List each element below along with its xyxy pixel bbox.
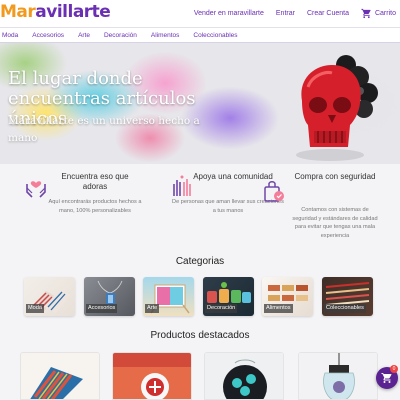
product-card[interactable] [20, 352, 100, 400]
category-label: Arte [145, 304, 160, 313]
product-image [21, 353, 99, 399]
feature-seguridad: Compra con seguridad Contamos con sistem… [262, 172, 380, 242]
top-nav: Vender en maravillarte Entrar Crear Cuen… [182, 0, 396, 27]
category-label: Moda [26, 304, 44, 313]
cart-icon[interactable] [361, 8, 372, 19]
features-section: Encuentra eso que adoras Aquí encontrará… [0, 164, 400, 246]
nav-arte[interactable]: Arte [78, 32, 90, 39]
category-card-alimentos[interactable]: Alimentos [262, 277, 313, 316]
product-image [113, 353, 191, 399]
feature-title: Compra con seguridad [294, 172, 376, 181]
sell-link[interactable]: Vender en maravillarte [194, 10, 264, 17]
categories-title: Categorias [175, 256, 225, 267]
top-bar: Maravillarte Vender en maravillarte Entr… [0, 0, 400, 27]
login-link[interactable]: Entrar [276, 10, 295, 17]
feature-title: Encuentra eso que adoras [61, 172, 129, 191]
featured-products [0, 352, 400, 400]
categories-grid: Moda Accesorios Arte Decoración Alimento… [0, 277, 400, 317]
feature-adoras: Encuentra eso que adoras Aquí encontrará… [24, 172, 142, 242]
nav-decoracion[interactable]: Decoración [104, 32, 137, 39]
red-skull-image [296, 55, 378, 161]
cart-icon [381, 373, 392, 383]
nav-coleccionables[interactable]: Coleccionables [193, 32, 237, 39]
logo-text: avillarte [35, 2, 111, 22]
register-link[interactable]: Crear Cuenta [307, 10, 349, 17]
logo-text-accent: Mar [0, 2, 36, 22]
nav-moda[interactable]: Moda [2, 32, 18, 39]
product-card[interactable] [112, 352, 192, 400]
category-card-decoracion[interactable]: Decoración [203, 277, 254, 316]
category-card-coleccionables[interactable]: Coleccionables [322, 277, 373, 316]
category-card-arte[interactable]: Arte [143, 277, 194, 316]
category-label: Alimentos [264, 304, 293, 313]
category-label: Accesorios [86, 304, 118, 313]
category-card-accesorios[interactable]: Accesorios [84, 277, 135, 316]
cart-count-badge: 0 [390, 365, 398, 373]
feature-desc: Aquí encontrarás productos hechos a mano… [48, 199, 142, 214]
cart-link[interactable]: Carrito [375, 10, 396, 17]
nav-accesorios[interactable]: Accesorios [32, 32, 64, 39]
secure-bag-icon [264, 181, 284, 202]
hero-subtitle: Maravillarte es un universo hecho a mano [8, 115, 200, 144]
product-image [299, 353, 377, 399]
category-card-moda[interactable]: Moda [24, 277, 75, 316]
hero-banner: El lugar donde encuentras artículos únic… [0, 43, 400, 164]
product-card[interactable] [204, 352, 284, 400]
product-card[interactable] [298, 352, 378, 400]
products-title: Productos destacados [150, 330, 250, 341]
site-logo[interactable]: Maravillarte [0, 2, 111, 22]
nav-alimentos[interactable]: Alimentos [151, 32, 180, 39]
category-label: Coleccionables [324, 304, 366, 313]
floating-cart-button[interactable]: 0 [376, 365, 398, 389]
category-nav: Moda Accesorios Arte Decoración Alimento… [0, 27, 400, 43]
feature-desc: Contamos con sistemas de seguridad y est… [292, 207, 378, 239]
hands-heart-icon [26, 181, 46, 198]
product-image [205, 353, 283, 399]
category-label: Decoración [205, 304, 238, 313]
